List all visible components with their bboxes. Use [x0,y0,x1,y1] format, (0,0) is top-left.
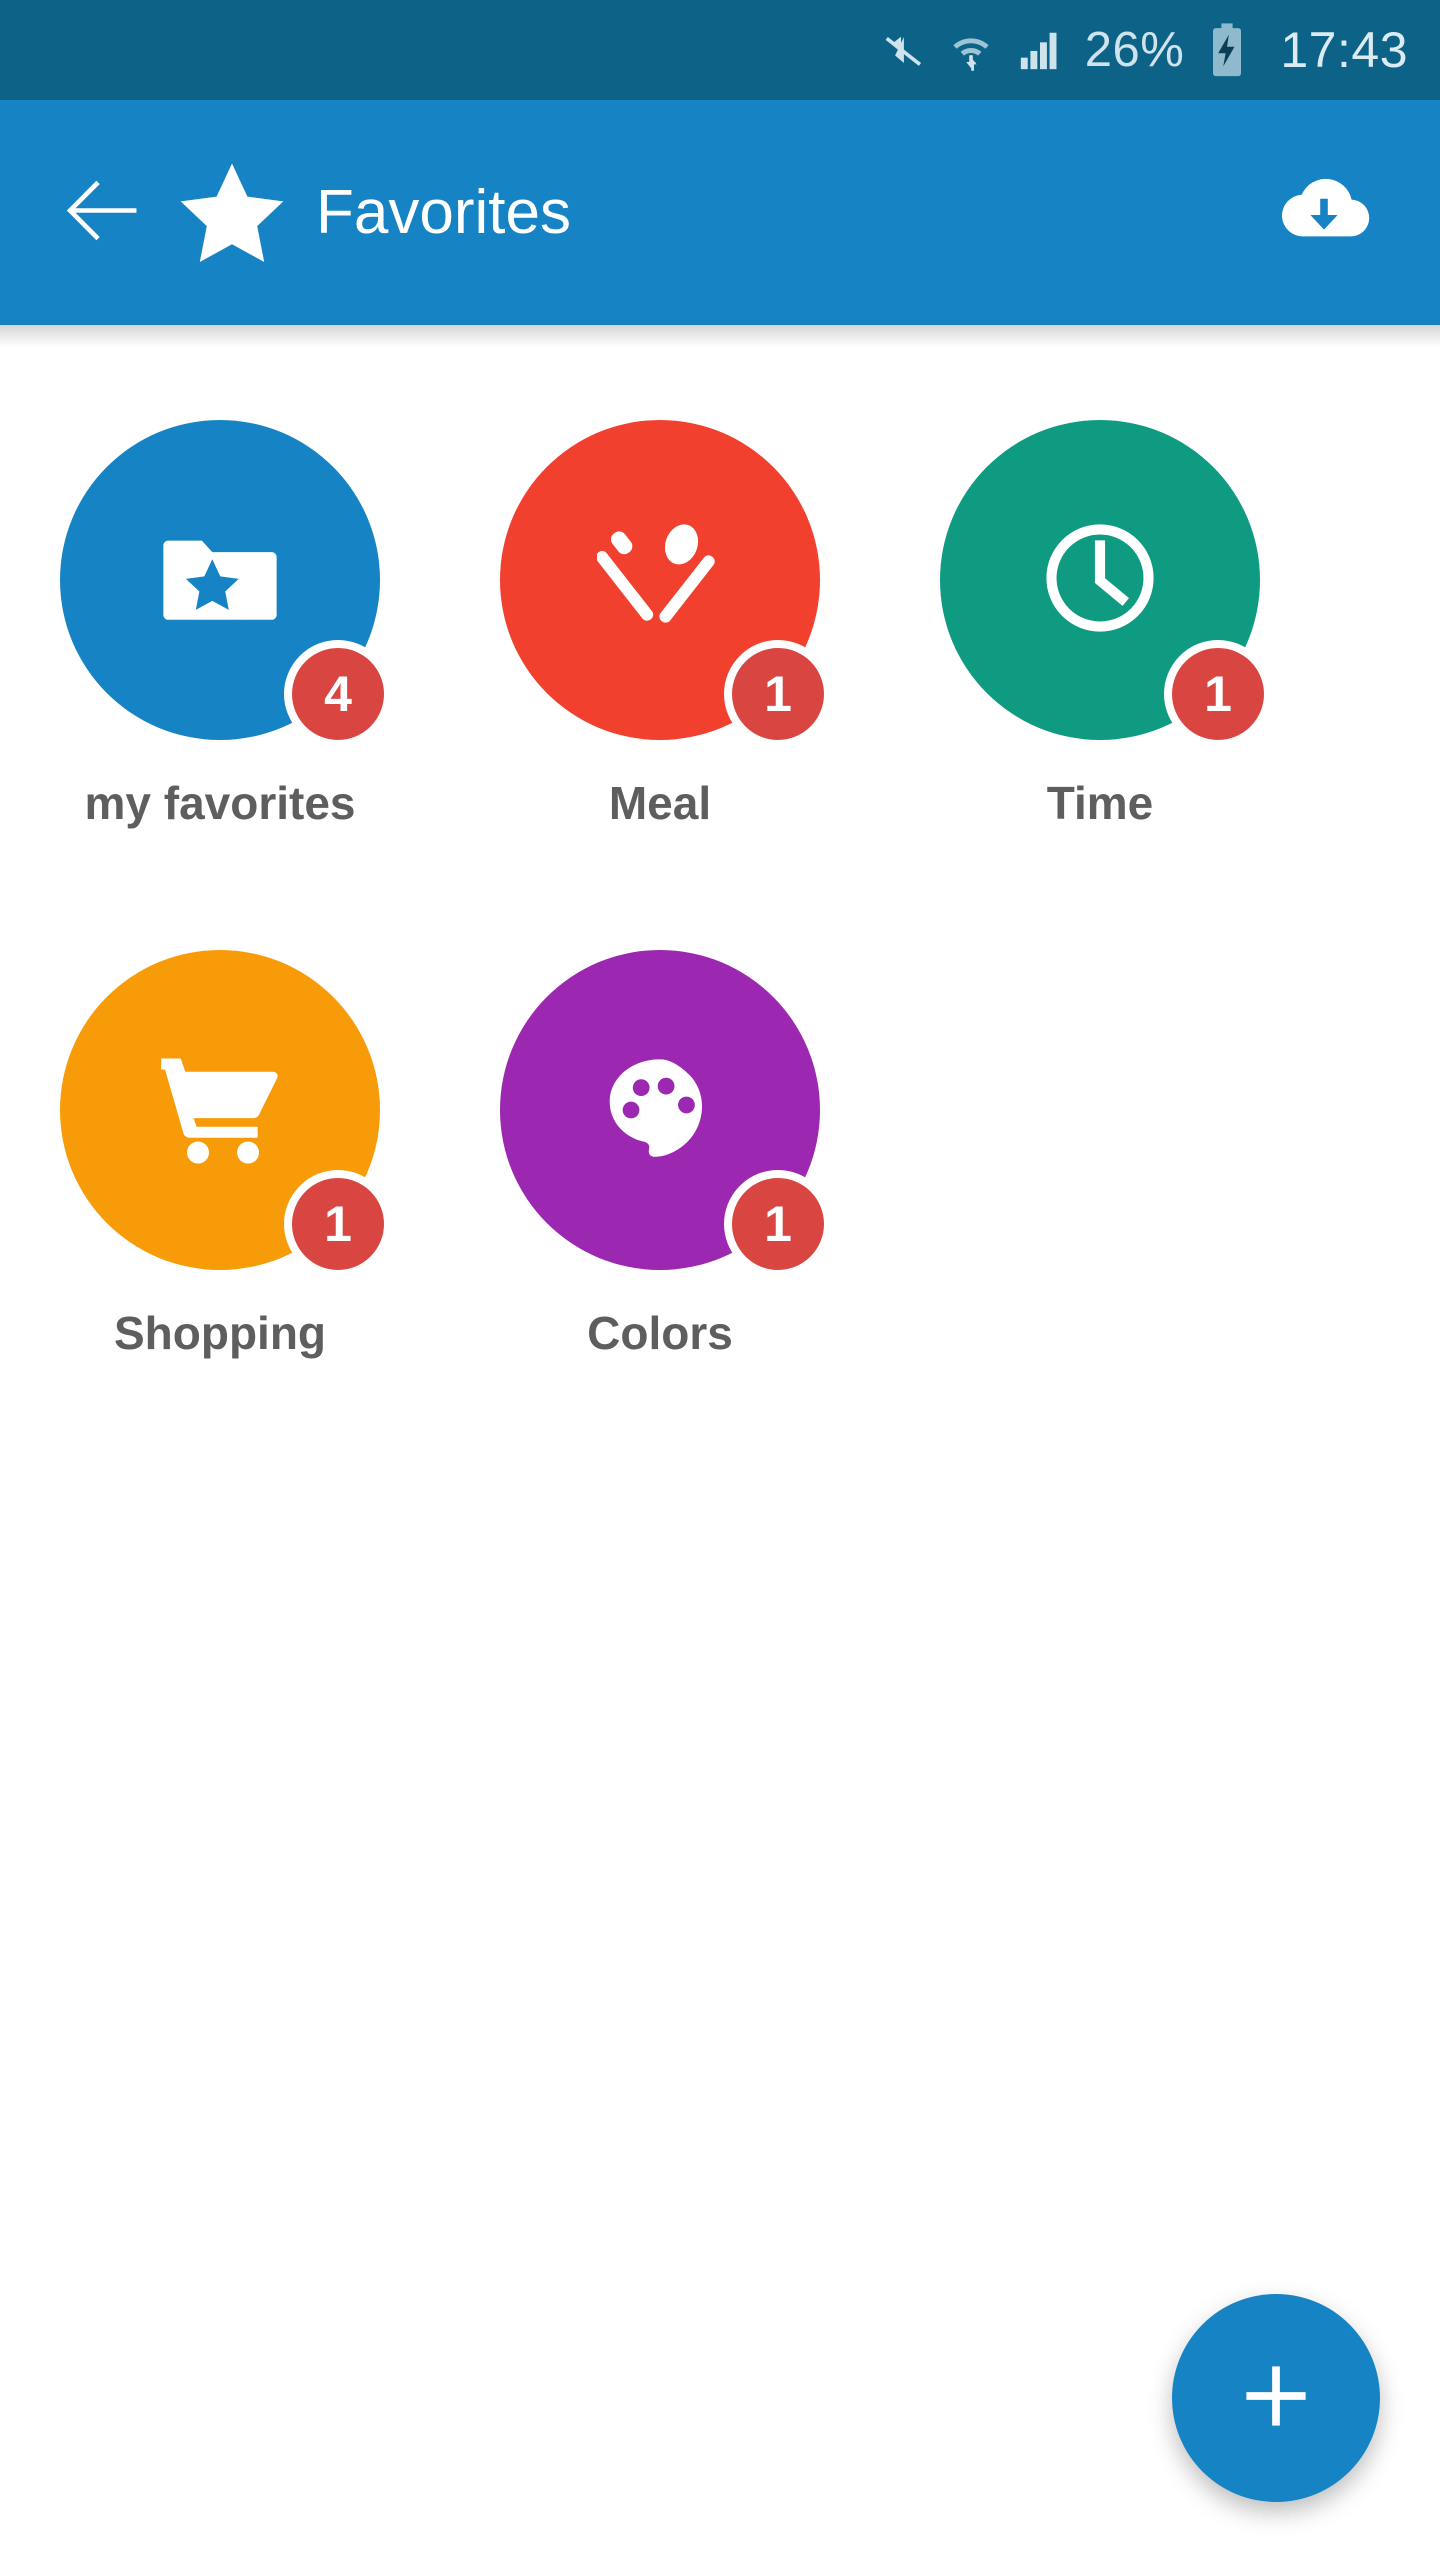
star-icon [176,157,288,269]
grid-item-label: Meal [608,777,712,829]
clock-icon [1036,514,1164,647]
folder-star-icon [154,512,286,649]
icon-circle-wrap: 1 [500,420,832,748]
shopping-cart-icon [154,1042,286,1179]
back-arrow-icon [64,168,148,257]
grid-item-label: Colors [587,1307,733,1359]
badge-count: 1 [1164,640,1272,748]
badge-count: 1 [724,1170,832,1278]
badge-count: 4 [284,640,392,748]
icon-circle-wrap: 1 [60,950,392,1278]
add-favorite-fab[interactable] [1172,2294,1380,2502]
icon-circle-wrap: 4 [60,420,392,748]
back-button[interactable] [46,153,166,273]
favorites-grid: 4 my favorites 1 Meal 1 Time 1 Shopping … [0,325,1440,1480]
icon-circle-wrap: 1 [500,950,832,1278]
grid-item-shopping[interactable]: 1 Shopping [0,950,440,1480]
battery-percent-label: 26% [1084,22,1185,77]
grid-item-time[interactable]: 1 Time [880,420,1320,950]
icon-circle-wrap: 1 [940,420,1272,748]
grid-item-my-favorites[interactable]: 4 my favorites [0,420,440,950]
grid-item-label: Time [1046,777,1154,829]
badge-count: 1 [284,1170,392,1278]
plus-icon [1239,2359,1313,2438]
grid-item-label: my favorites [84,777,356,829]
grid-item-meal[interactable]: 1 Meal [440,420,880,950]
palette-icon [599,1047,721,1174]
app-screen: 26% 17:43 Favorites 4 my favorites 1 Mea… [0,0,1440,2560]
mute-icon [879,27,925,73]
grid-item-label: Shopping [113,1307,327,1359]
cloud-download-icon [1276,162,1372,263]
cutlery-icon [595,515,723,646]
status-bar: 26% 17:43 [0,0,1440,100]
app-bar: Favorites [0,100,1440,325]
page-title: Favorites [316,178,571,247]
grid-item-colors[interactable]: 1 Colors [440,950,880,1480]
battery-charging-icon [1206,22,1248,78]
cloud-download-button[interactable] [1264,153,1384,273]
signal-icon [1017,27,1063,73]
wifi-icon [947,26,995,74]
badge-count: 1 [724,640,832,748]
clock-time-label: 17:43 [1280,22,1408,78]
